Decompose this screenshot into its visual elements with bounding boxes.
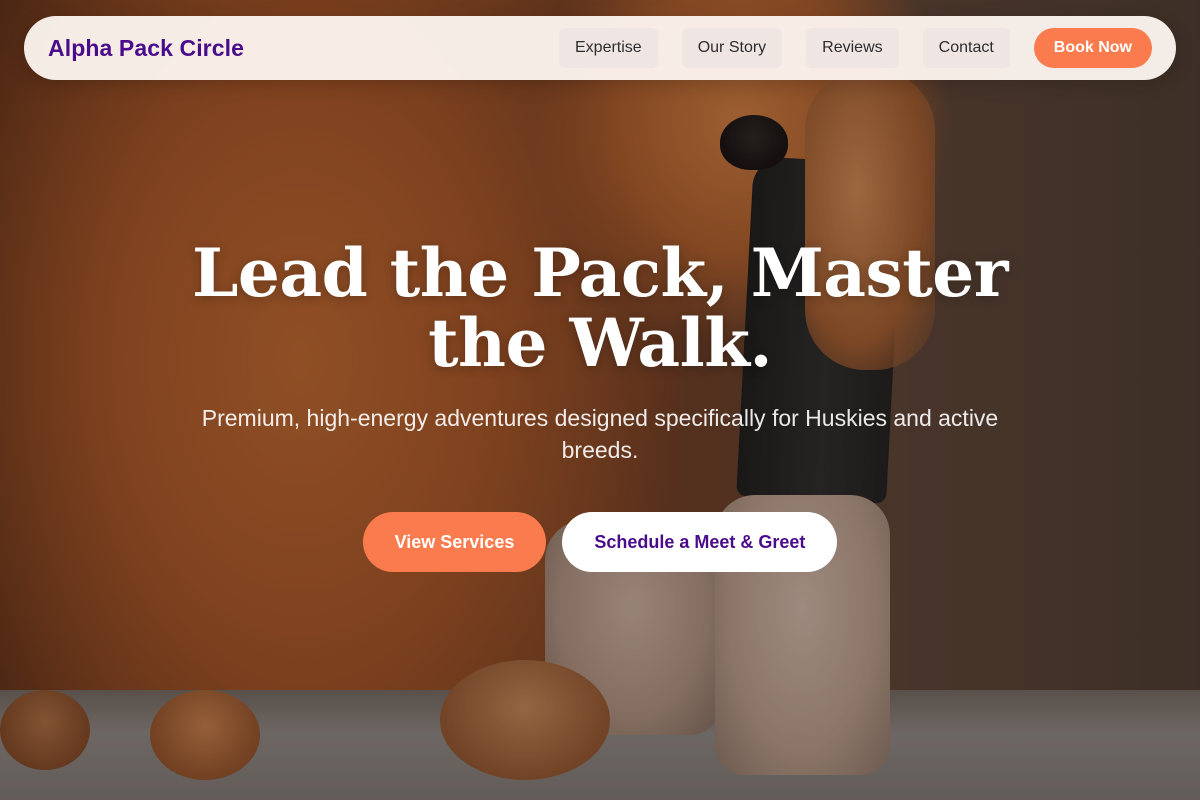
book-now-button[interactable]: Book Now bbox=[1033, 28, 1152, 68]
nav-link-reviews[interactable]: Reviews bbox=[806, 28, 899, 68]
hero-title: Lead the Pack, Master the Walk. bbox=[192, 234, 1008, 382]
hero-subtitle: Premium, high-energy adventures designed… bbox=[201, 405, 999, 463]
nav-link-our-story[interactable]: Our Story bbox=[681, 28, 783, 68]
view-services-button[interactable]: View Services bbox=[362, 512, 547, 572]
hero-buttons: View Services Schedule a Meet & Greet bbox=[0, 512, 1200, 572]
nav-link-contact[interactable]: Contact bbox=[922, 28, 1010, 68]
brand-logo[interactable]: Alpha Pack Circle bbox=[48, 35, 244, 62]
schedule-meet-greet-button[interactable]: Schedule a Meet & Greet bbox=[562, 512, 838, 572]
nav-link-expertise[interactable]: Expertise bbox=[559, 28, 658, 68]
hero-section: Lead the Pack, Master the Walk. Premium,… bbox=[0, 238, 1200, 572]
top-navbar: Alpha Pack Circle Expertise Our Story Re… bbox=[24, 16, 1176, 80]
nav-links: Expertise Our Story Reviews Contact Book… bbox=[559, 28, 1152, 68]
